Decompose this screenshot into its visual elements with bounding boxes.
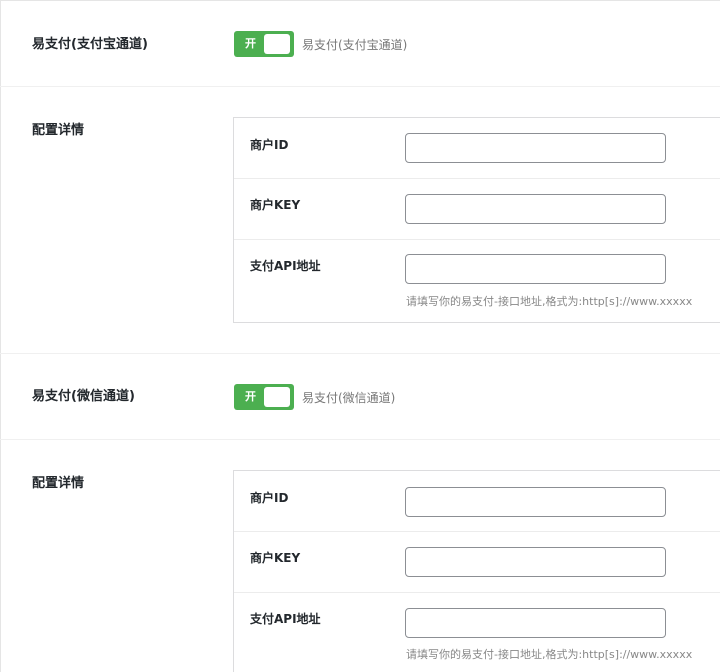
api-url-input[interactable] <box>405 608 666 638</box>
merchant-id-input[interactable] <box>405 133 666 163</box>
frame-left-border <box>0 0 1 672</box>
merchant-id-label: 商户ID <box>250 491 289 505</box>
row-divider <box>0 86 720 87</box>
wechat-config-label: 配置详情 <box>32 476 85 491</box>
api-url-input[interactable] <box>405 254 666 284</box>
alipay-toggle-label: 易支付(支付宝通道) <box>32 37 148 52</box>
api-url-label: 支付API地址 <box>250 259 321 273</box>
wechat-toggle-description: 易支付(微信通道) <box>302 391 396 405</box>
merchant-id-input[interactable] <box>405 487 666 517</box>
row-divider <box>0 353 720 354</box>
merchant-id-label: 商户ID <box>250 138 289 152</box>
merchant-id-field: 商户ID <box>234 118 720 178</box>
alipay-enable-switch[interactable]: 开 <box>234 31 294 57</box>
api-url-field: 支付API地址 请填写你的易支付-接口地址,格式为:http[s]://www.… <box>234 593 720 672</box>
api-url-hint: 请填写你的易支付-接口地址,格式为:http[s]://www.xxxxx <box>406 295 693 308</box>
api-url-field: 支付API地址 请填写你的易支付-接口地址,格式为:http[s]://www.… <box>234 240 720 322</box>
merchant-key-input[interactable] <box>405 194 666 224</box>
switch-on-text: 开 <box>245 37 256 50</box>
api-url-hint: 请填写你的易支付-接口地址,格式为:http[s]://www.xxxxx <box>406 648 693 661</box>
wechat-enable-switch[interactable]: 开 <box>234 384 294 410</box>
merchant-key-field: 商户KEY <box>234 179 720 239</box>
wechat-config-panel: 商户ID 商户KEY 支付API地址 请填写你的易支付-接口地址,格式为:htt… <box>233 470 720 672</box>
alipay-toggle-description: 易支付(支付宝通道) <box>302 38 408 52</box>
alipay-config-panel: 商户ID 商户KEY 支付API地址 请填写你的易支付-接口地址,格式为:htt… <box>233 117 720 323</box>
merchant-key-label: 商户KEY <box>250 551 301 565</box>
merchant-key-input[interactable] <box>405 547 666 577</box>
switch-knob <box>264 34 290 54</box>
wechat-toggle-label: 易支付(微信通道) <box>32 389 135 404</box>
merchant-key-label: 商户KEY <box>250 198 301 212</box>
merchant-id-field: 商户ID <box>234 471 720 531</box>
api-url-label: 支付API地址 <box>250 612 321 626</box>
switch-on-text: 开 <box>245 390 256 403</box>
frame-top-border <box>0 0 720 1</box>
merchant-key-field: 商户KEY <box>234 532 720 592</box>
alipay-config-label: 配置详情 <box>32 123 85 138</box>
switch-knob <box>264 387 290 407</box>
row-divider <box>0 439 720 440</box>
